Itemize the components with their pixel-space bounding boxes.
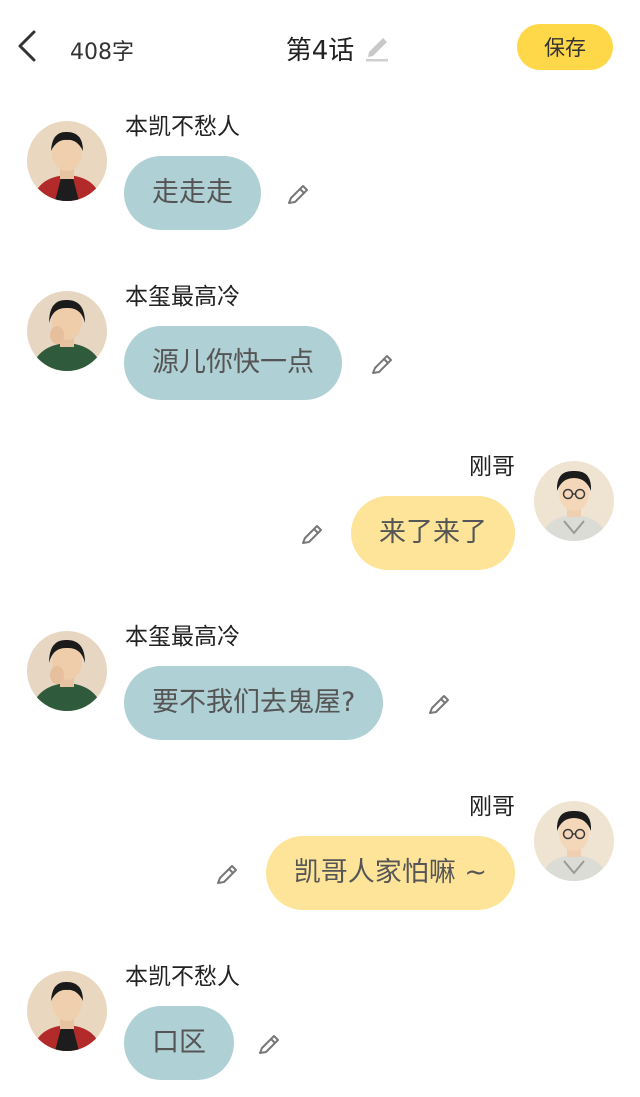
sender-name: 本凯不愁人 bbox=[125, 114, 240, 140]
message-bubble[interactable]: 走走走 bbox=[124, 156, 261, 230]
edit-message-button[interactable] bbox=[285, 179, 313, 207]
boy-glasses-avatar-icon bbox=[534, 461, 614, 541]
boy-red-jacket-avatar-icon bbox=[27, 121, 107, 201]
pencil-icon bbox=[302, 525, 322, 544]
boy-green-sweater-avatar-icon bbox=[27, 291, 107, 371]
message-bubble[interactable]: 凯哥人家怕嘛 ~ bbox=[265, 836, 515, 910]
avatar[interactable] bbox=[534, 801, 614, 881]
edit-message-button[interactable] bbox=[256, 1029, 284, 1057]
avatar[interactable] bbox=[27, 631, 107, 711]
avatar[interactable] bbox=[534, 461, 614, 541]
pencil-icon bbox=[217, 865, 237, 884]
avatar[interactable] bbox=[27, 121, 107, 201]
message-row: 本玺最高冷 源儿你快一点 bbox=[0, 284, 640, 441]
pencil-icon bbox=[372, 355, 392, 374]
message-bubble[interactable]: 口区 bbox=[124, 1006, 234, 1080]
message-bubble[interactable]: 源儿你快一点 bbox=[124, 326, 342, 400]
sender-name: 刚哥 bbox=[469, 794, 515, 820]
avatar[interactable] bbox=[27, 971, 107, 1051]
sender-name: 本凯不愁人 bbox=[125, 964, 240, 990]
message-row: 本玺最高冷 要不我们去鬼屋? bbox=[0, 624, 640, 781]
pencil-icon bbox=[366, 38, 388, 62]
top-bar: 408字 第4话 保存 bbox=[0, 0, 640, 96]
boy-green-sweater-avatar-icon bbox=[27, 631, 107, 711]
sender-name: 本玺最高冷 bbox=[125, 624, 240, 650]
boy-glasses-avatar-icon bbox=[534, 801, 614, 881]
edit-message-button[interactable] bbox=[214, 859, 242, 887]
pencil-icon bbox=[288, 185, 308, 204]
message-row: 刚哥 凯哥人家怕嘛 ~ bbox=[0, 794, 640, 951]
message-row: 刚哥 来了来了 bbox=[0, 454, 640, 611]
pencil-icon bbox=[259, 1035, 279, 1054]
message-bubble[interactable]: 来了来了 bbox=[351, 496, 515, 570]
edit-message-button[interactable] bbox=[369, 349, 397, 377]
pencil-icon bbox=[429, 695, 449, 714]
message-row: 本凯不愁人 走走走 bbox=[0, 114, 640, 271]
boy-red-jacket-avatar-icon bbox=[27, 971, 107, 1051]
save-button[interactable]: 保存 bbox=[517, 24, 613, 70]
edit-message-button[interactable] bbox=[299, 519, 327, 547]
sender-name: 本玺最高冷 bbox=[125, 284, 240, 310]
edit-title-button[interactable] bbox=[362, 30, 392, 62]
edit-message-button[interactable] bbox=[426, 689, 454, 717]
avatar[interactable] bbox=[27, 291, 107, 371]
message-row: 本凯不愁人 口区 bbox=[0, 964, 640, 1097]
message-bubble[interactable]: 要不我们去鬼屋? bbox=[124, 666, 384, 740]
sender-name: 刚哥 bbox=[469, 454, 515, 480]
